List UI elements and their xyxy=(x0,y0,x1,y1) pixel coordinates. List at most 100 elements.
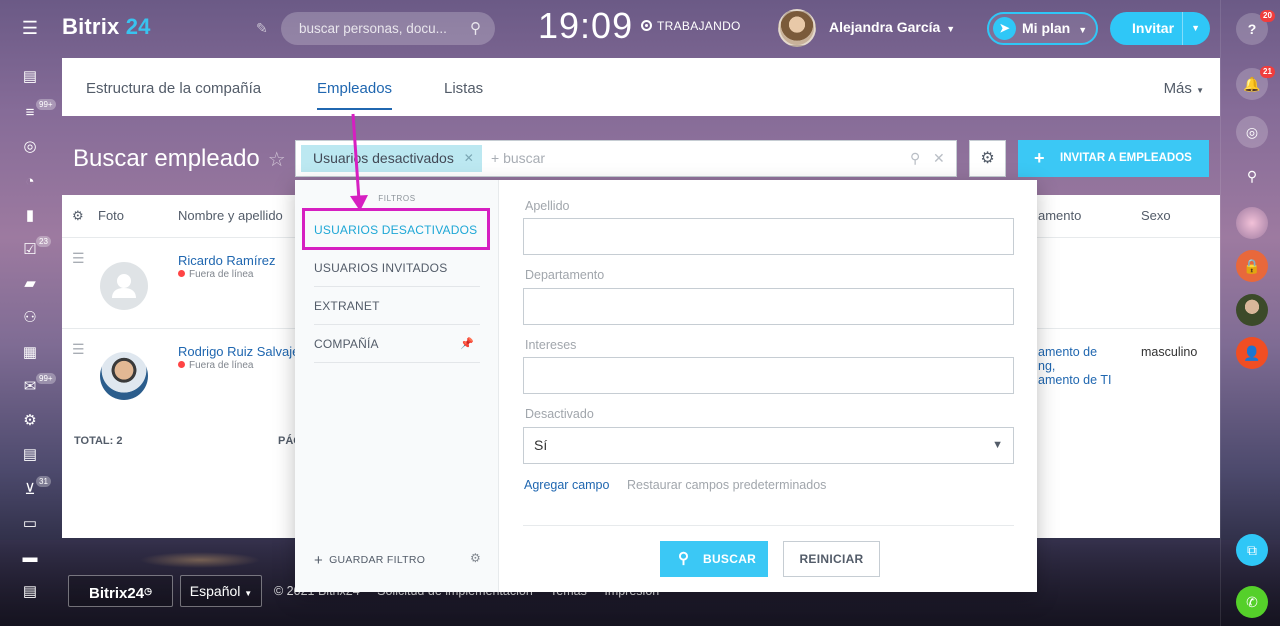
field-label-departamento: Departamento xyxy=(525,268,605,282)
search-icon[interactable]: ⚲ xyxy=(910,141,920,176)
mail-badge: 99+ xyxy=(36,373,56,384)
screen-icon[interactable]: ▭ xyxy=(20,514,40,534)
settings-gear-button[interactable]: ⚙ xyxy=(969,140,1006,177)
preset-invited-users[interactable]: USUARIOS INVITADOS xyxy=(314,249,480,287)
filter-presets-panel: FILTROS USUARIOS DESACTIVADOS USUARIOS I… xyxy=(295,180,499,592)
invite-employees-button[interactable]: + INVITAR A EMPLEADOS xyxy=(1018,140,1209,177)
active-filter-chip[interactable]: Usuarios desactivados ✕ xyxy=(301,145,482,172)
right-sidebar: ? 20 🔔 21 ◎ ⚲ 🔒 👤 ⧉ ✆ xyxy=(1220,0,1280,626)
notifications-badge: 21 xyxy=(1260,66,1275,78)
calendar-icon[interactable]: ▦ xyxy=(20,343,40,363)
cart-badge: 31 xyxy=(36,476,51,487)
highlight-box xyxy=(302,208,490,250)
copy-icon[interactable]: ⧉ xyxy=(1236,534,1268,566)
time-icon[interactable]: ◔ xyxy=(20,172,40,192)
intereses-input[interactable] xyxy=(523,357,1014,394)
employee-status: Fuera de línea xyxy=(178,360,254,371)
preset-extranet[interactable]: EXTRANET xyxy=(314,287,480,325)
group-avatar[interactable] xyxy=(1236,207,1268,239)
total-count: TOTAL: 2 xyxy=(74,435,123,447)
add-field-link[interactable]: Agregar campo xyxy=(524,478,609,492)
annotation-arrow xyxy=(350,113,368,211)
pin-icon[interactable]: 📌 xyxy=(460,325,474,363)
departamento-input[interactable] xyxy=(523,288,1014,325)
employee-photo xyxy=(100,352,148,400)
save-filter-button[interactable]: + GUARDAR FILTRO xyxy=(314,552,425,569)
chevron-down-icon: ▼ xyxy=(1078,25,1088,35)
tab-listas[interactable]: Listas xyxy=(444,80,483,97)
field-label-intereses: Intereses xyxy=(525,338,577,352)
global-search-input[interactable]: buscar personas, docu... ⚲ xyxy=(281,12,495,45)
search-icon: ⚲ xyxy=(678,550,690,567)
rocket-icon: ➤ xyxy=(993,17,1016,40)
column-settings-icon[interactable]: ⚙ xyxy=(72,208,84,224)
user-menu[interactable]: Alejandra García ▼ xyxy=(829,19,955,35)
col-header-name[interactable]: Nombre y apellido xyxy=(178,208,283,223)
employee-name[interactable]: Ricardo Ramírez xyxy=(178,253,276,268)
preset-company[interactable]: COMPAÑÍA 📌 xyxy=(314,325,480,363)
star-icon[interactable]: ☆ xyxy=(268,149,286,171)
employee-status: Fuera de línea xyxy=(178,269,254,280)
clear-icon[interactable]: ✕ xyxy=(933,141,945,176)
col-header-sex[interactable]: Sexo xyxy=(1141,208,1171,223)
user-icon[interactable]: 👤 xyxy=(1236,337,1268,369)
record-icon xyxy=(641,20,652,31)
left-sidebar: ☰ ▤ ≡ 99+ ◎ ◔ ▮ ☑ 23 ▰ ⚇ ▦ ✉ 99+ ⚙ ▤ ⊻ 3… xyxy=(0,0,60,626)
plan-button[interactable]: ➤ Mi plan ▼ xyxy=(987,12,1098,45)
search-button[interactable]: ⚲ BUSCAR xyxy=(660,541,768,577)
tab-empleados[interactable]: Empleados xyxy=(317,80,393,110)
employee-department[interactable]: amento de ng, amento de TI xyxy=(1038,345,1111,387)
checklist-badge: 23 xyxy=(36,236,51,247)
chevron-down-icon: ▼ xyxy=(244,589,253,598)
robot-icon[interactable]: ⚙ xyxy=(20,411,40,431)
row-menu-icon[interactable]: ☰ xyxy=(72,341,85,358)
footer-logo[interactable]: Bitrix24◷ xyxy=(68,575,173,607)
help-badge: 20 xyxy=(1260,10,1275,22)
col-header-photo[interactable]: Foto xyxy=(98,208,124,223)
reset-button[interactable]: REINICIAR xyxy=(783,541,880,577)
clock[interactable]: 19:09 xyxy=(538,5,633,47)
tabs-bar: Estructura de la compañía Empleados List… xyxy=(62,58,1220,116)
plus-icon: + xyxy=(314,552,324,569)
search-icon: ⚲ xyxy=(470,20,481,37)
apellido-input[interactable] xyxy=(523,218,1014,255)
search-icon[interactable]: ⚲ xyxy=(1236,160,1268,192)
contact-avatar[interactable] xyxy=(1236,294,1268,326)
goals-icon[interactable]: ◎ xyxy=(20,137,40,157)
chevron-down-icon: ▼ xyxy=(946,24,956,34)
drive-icon[interactable]: ▬ xyxy=(20,548,40,568)
work-status[interactable]: TRABAJANDO xyxy=(641,19,741,33)
more-menu[interactable]: Más ▼ xyxy=(1164,80,1204,97)
close-icon[interactable]: ✕ xyxy=(464,145,474,172)
chat-bubble-icon[interactable]: ◎ xyxy=(1236,116,1268,148)
menu-icon[interactable]: ☰ xyxy=(20,18,40,38)
lock-icon[interactable]: 🔒 xyxy=(1236,250,1268,282)
reports-icon[interactable]: ▮ xyxy=(20,206,40,226)
filter-search-input[interactable]: + buscar xyxy=(491,141,545,176)
desactivado-select[interactable]: Sí ▼ xyxy=(523,427,1014,464)
filter-search-bar[interactable]: Usuarios desactivados ✕ + buscar ⚲ ✕ xyxy=(295,140,957,177)
groups-icon[interactable]: ⚇ xyxy=(20,308,40,328)
user-avatar[interactable] xyxy=(778,9,816,47)
tab-estructura[interactable]: Estructura de la compañía xyxy=(86,80,261,97)
bitrix-logo[interactable]: Bitrix 24 xyxy=(62,14,151,40)
document-icon[interactable]: ▤ xyxy=(20,582,40,602)
col-header-department[interactable]: amento xyxy=(1038,208,1081,223)
phone-icon[interactable]: ✆ xyxy=(1236,586,1268,618)
row-menu-icon[interactable]: ☰ xyxy=(72,250,85,267)
plus-icon: + xyxy=(1034,148,1045,168)
feed-icon[interactable]: ▤ xyxy=(20,67,40,87)
divider xyxy=(523,525,1014,526)
avatar-placeholder xyxy=(100,262,148,310)
pencil-icon[interactable]: ✎ xyxy=(256,20,268,37)
gear-icon[interactable]: ⚙ xyxy=(470,551,481,565)
invite-button[interactable]: Invitar ▼ xyxy=(1110,12,1210,45)
language-select[interactable]: Español ▼ xyxy=(180,575,262,607)
page-title: Buscar empleado ☆ xyxy=(73,145,286,172)
chat-icon[interactable]: ▰ xyxy=(20,274,40,294)
restore-defaults-link[interactable]: Restaurar campos predeterminados xyxy=(627,478,826,492)
chevron-down-icon: ▼ xyxy=(1182,12,1200,45)
store-icon[interactable]: ▤ xyxy=(20,445,40,465)
chevron-down-icon: ▼ xyxy=(1196,86,1204,95)
employee-name[interactable]: Rodrigo Ruiz Salvaje xyxy=(178,344,299,359)
